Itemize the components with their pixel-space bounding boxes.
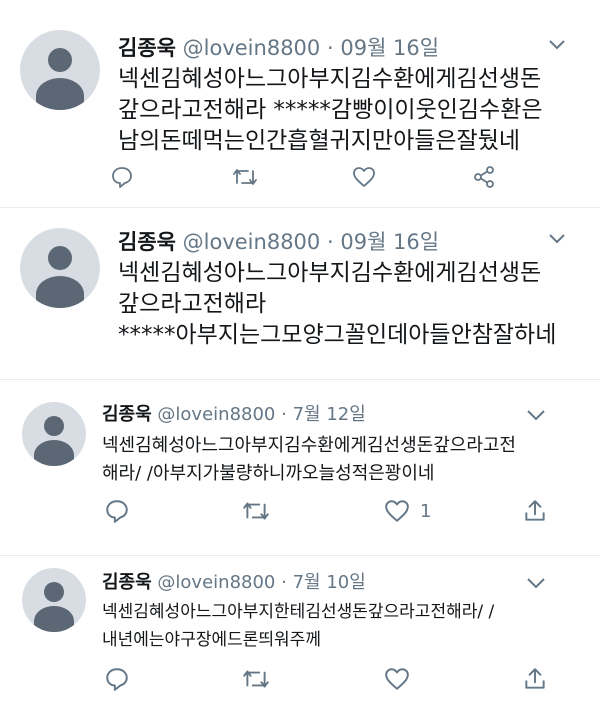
tweet-text-line: 해라/ /아부지가불량하니까오늘성적은꽝이네 (102, 463, 435, 484)
tweet-header: 김종욱 @lovein8800 · 09월 16일 (118, 226, 439, 256)
author-handle[interactable]: @lovein8800 (183, 230, 321, 254)
retweet-icon (243, 670, 269, 688)
tweet-text-line: 넥센김혜성아느그아부지한테김선생돈갚으라고전해라/ / (102, 602, 495, 622)
chevron-down-icon[interactable] (548, 230, 566, 249)
tweet-date[interactable]: 09월 16일 (340, 230, 439, 254)
tweet-text-line: 넥센김혜성아느그아부지김수환에게김선생돈 (118, 66, 542, 92)
avatar-body-shape (36, 78, 84, 110)
retweet-icon (233, 169, 257, 185)
share-button[interactable] (522, 666, 548, 692)
tweet-text-line: *****아부지는그모양그꼴인데아들안참잘하네 (118, 322, 557, 348)
reply-icon (106, 500, 128, 523)
reply-icon (112, 167, 132, 188)
like-button[interactable] (352, 165, 376, 189)
like-icon (385, 500, 409, 522)
avatar-body-shape (34, 440, 74, 466)
share-icon (525, 500, 545, 521)
tweet-header: 김종욱 @lovein8800 · 7월 10일 (102, 568, 366, 594)
tweet[interactable]: 김종욱 @lovein8800 · 7월 12일 넥센김혜성아느그아부지김수환에… (0, 380, 600, 555)
tweet-actions: 1 (0, 498, 600, 528)
like-button[interactable]: 1 (384, 498, 431, 524)
separator-dot: · (326, 36, 334, 60)
avatar[interactable] (22, 402, 86, 466)
tweet-text-line: 남의돈떼먹는인간흡혈귀지만아들은잘뒀네 (118, 128, 521, 154)
tweet-text-line: 갚으라고전해라 *****감빵이이웃인김수환은 (118, 97, 543, 123)
tweet[interactable]: 김종욱 @lovein8800 · 7월 10일 넥센김혜성아느그아부지한테김선… (0, 556, 600, 710)
avatar[interactable] (22, 568, 86, 632)
retweet-button[interactable] (232, 165, 258, 189)
like-count: 1 (420, 500, 432, 522)
share-icon (474, 166, 494, 188)
avatar-head-shape (48, 246, 72, 270)
avatar-head-shape (48, 48, 72, 72)
retweet-button[interactable] (242, 666, 270, 692)
retweet-icon (243, 502, 269, 520)
tweet-header: 김종욱 @lovein8800 · 7월 12일 (102, 400, 366, 426)
tweet-text: 넥센김혜성아느그아부지김수환에게김선생돈 갚으라고전해라 *****아부지는그모… (118, 258, 556, 351)
author-name[interactable]: 김종욱 (118, 36, 176, 60)
tweet-actions (0, 666, 600, 696)
tweet-date[interactable]: 7월 10일 (293, 572, 366, 593)
chevron-down-icon[interactable] (526, 406, 546, 425)
tweet[interactable]: 김종욱 @lovein8800 · 09월 16일 넥센김혜성아느그아부지김수환… (0, 0, 600, 205)
reply-button[interactable] (104, 498, 130, 524)
tweet-text: 넥센김혜성아느그아부지한테김선생돈갚으라고전해라/ / 내년에는야구장에드론띄워… (102, 598, 494, 654)
tweet-date[interactable]: 09월 16일 (340, 36, 439, 60)
tweet-header: 김종욱 @lovein8800 · 09월 16일 (118, 32, 439, 62)
avatar-head-shape (44, 582, 64, 602)
avatar-body-shape (34, 606, 74, 632)
tweet-text: 넥센김혜성아느그아부지김수환에게김선생돈 갚으라고전해라 *****감빵이이웃인… (118, 64, 543, 157)
author-name[interactable]: 김종욱 (102, 572, 152, 593)
tweet-date[interactable]: 7월 12일 (293, 404, 366, 425)
avatar[interactable] (20, 228, 100, 308)
reply-button[interactable] (110, 165, 134, 189)
reply-icon (106, 668, 128, 691)
retweet-button[interactable] (242, 498, 270, 524)
like-icon (385, 668, 409, 690)
tweet-text-line: 내년에는야구장에드론띄워주께 (102, 630, 321, 650)
author-handle[interactable]: @lovein8800 (157, 404, 275, 425)
chevron-down-icon[interactable] (548, 36, 566, 55)
share-icon (525, 668, 545, 689)
tweet-text-line: 넥센김혜성아느그아부지김수환에게김선생돈갚으라고전 (102, 435, 516, 456)
tweet[interactable]: 김종욱 @lovein8800 · 09월 16일 넥센김혜성아느그아부지김수환… (0, 208, 600, 378)
separator-dot: · (281, 572, 287, 593)
author-name[interactable]: 김종욱 (102, 404, 152, 425)
separator-dot: · (281, 404, 287, 425)
avatar[interactable] (20, 30, 100, 110)
tweet-text: 넥센김혜성아느그아부지김수환에게김선생돈갚으라고전 해라/ /아부지가불량하니까… (102, 432, 516, 488)
separator-dot: · (326, 230, 334, 254)
share-button[interactable] (522, 498, 548, 524)
like-icon (353, 167, 375, 187)
like-button[interactable] (384, 666, 410, 692)
author-handle[interactable]: @lovein8800 (183, 36, 321, 60)
tweet-text-line: 갚으라고전해라 (118, 291, 267, 317)
avatar-head-shape (44, 416, 64, 436)
reply-button[interactable] (104, 666, 130, 692)
tweet-actions (0, 165, 600, 195)
avatar-body-shape (36, 276, 84, 308)
chevron-down-icon[interactable] (526, 574, 546, 593)
author-name[interactable]: 김종욱 (118, 230, 176, 254)
tweet-text-line: 넥센김혜성아느그아부지김수환에게김선생돈 (118, 260, 542, 286)
share-button[interactable] (472, 165, 496, 189)
author-handle[interactable]: @lovein8800 (157, 572, 275, 593)
